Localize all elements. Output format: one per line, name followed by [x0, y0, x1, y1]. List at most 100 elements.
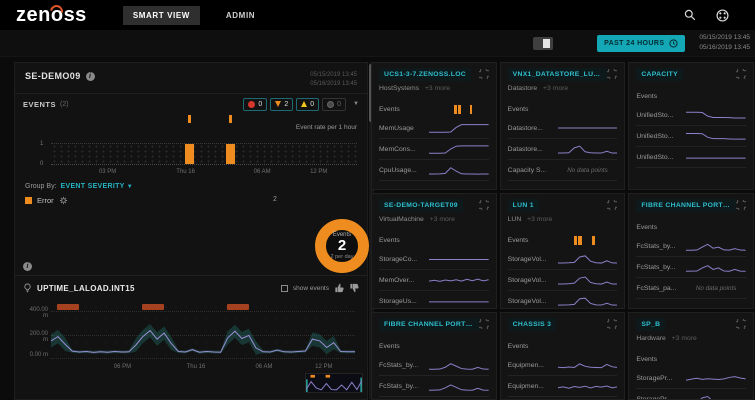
anomaly-badge[interactable]: [227, 304, 249, 310]
metric-row[interactable]: Events: [379, 101, 489, 118]
metric-row[interactable]: MemOver...: [379, 270, 489, 291]
events-info-icon[interactable]: [23, 262, 32, 271]
card-title[interactable]: FIBRE CHANNEL PORT B/1/31: [379, 318, 479, 331]
metric-row[interactable]: Equipmen...: [508, 355, 618, 376]
metric-row[interactable]: MemCons...: [379, 139, 489, 160]
card-title[interactable]: FIBRE CHANNEL PORT A/1/35: [636, 199, 736, 212]
expand-icon[interactable]: [607, 69, 617, 79]
severity-badge-warning[interactable]: 0: [296, 98, 319, 111]
events-donut[interactable]: Events 2 2 per day: [315, 219, 369, 273]
info-icon[interactable]: [86, 72, 95, 81]
metric-row[interactable]: Events: [636, 219, 746, 236]
severity-badge-error[interactable]: 2: [270, 98, 293, 111]
metric-row[interactable]: Capacity S... No data points: [508, 160, 618, 181]
metric-label: UnifiedSto...: [636, 112, 686, 119]
zenoss-logo[interactable]: zenoss: [16, 4, 87, 27]
event-bar[interactable]: [226, 144, 235, 164]
metric-row[interactable]: StorageVol...: [508, 249, 618, 270]
metric-row[interactable]: Events: [379, 232, 489, 249]
time-range-button[interactable]: PAST 24 HOURS: [597, 35, 685, 52]
chart-range-preview[interactable]: [305, 373, 363, 393]
expand-icon[interactable]: [736, 200, 746, 210]
uptime-chart[interactable]: 400.00 m 200.00 m 0.00 m: [51, 301, 355, 359]
metric-row[interactable]: Events: [508, 232, 618, 249]
severity-badge-critical[interactable]: 0: [243, 98, 267, 111]
card-top: LUN 1: [508, 199, 618, 212]
main-content: SE-DEMO09 05/15/2019 13:45 05/16/2019 13…: [0, 57, 755, 400]
events-section: EVENTS (2) 0 2 0: [15, 93, 367, 275]
metric-row[interactable]: Events: [379, 338, 489, 355]
layout-toggle-icon[interactable]: [533, 37, 553, 50]
card-title[interactable]: CAPACITY: [636, 68, 683, 81]
metric-row[interactable]: FcStats_by...: [636, 236, 746, 257]
badges-dropdown-caret[interactable]: ▼: [353, 101, 359, 107]
card-subtitle: Datastore +3 more: [508, 85, 618, 94]
card-subtitle-type: HostSystems: [379, 85, 419, 92]
card-rows: Events StorageVol... StorageVol... Stora…: [508, 232, 618, 309]
group-by-dropdown[interactable]: EVENT SEVERITY ▼: [61, 183, 133, 190]
metric-row[interactable]: StorageUs...: [379, 291, 489, 309]
events-title: EVENTS: [23, 100, 56, 109]
metric-row[interactable]: UnifiedSto...: [636, 147, 746, 168]
metric-row[interactable]: StorageVol...: [508, 270, 618, 291]
metric-row[interactable]: UnifiedSto...: [636, 105, 746, 126]
metric-row[interactable]: FcStats_by...: [379, 355, 489, 376]
metric-sparkline: [429, 273, 489, 287]
card-title[interactable]: CHASSIS 3: [508, 318, 557, 331]
expand-icon[interactable]: [479, 319, 489, 329]
severity-badge-info[interactable]: 0: [322, 98, 346, 111]
metric-row[interactable]: MemUsage: [379, 118, 489, 139]
metric-row[interactable]: Datastore...: [508, 118, 618, 139]
metric-sparkline: [686, 108, 746, 122]
card-title[interactable]: VNX1_DATASTORE_LUN1: [508, 68, 608, 81]
metric-row[interactable]: Datastore...: [508, 139, 618, 160]
anomaly-badge[interactable]: [142, 304, 164, 310]
range-end-date: 05/16/2019 13:45: [699, 43, 750, 53]
gear-icon[interactable]: [59, 196, 68, 205]
card-title[interactable]: UCS1-3-7.ZENOSS.LOC: [379, 68, 471, 81]
metric-row[interactable]: UnifiedSto...: [636, 126, 746, 147]
metric-row[interactable]: StoragePr...: [636, 368, 746, 389]
metric-row[interactable]: StorageCo...: [379, 249, 489, 270]
metric-row[interactable]: CpuUsage...: [379, 160, 489, 181]
card-title[interactable]: LUN 1: [508, 199, 539, 212]
metric-row[interactable]: FcStats_pa... No data points: [636, 278, 746, 299]
warning-count: 0: [310, 101, 314, 108]
event-bar[interactable]: [185, 144, 194, 164]
tab-admin[interactable]: ADMIN: [216, 6, 265, 25]
sparkline-svg: [558, 252, 618, 266]
card-title[interactable]: SE-DEMO-TARGET09: [379, 199, 463, 212]
uptime-line-svg: [51, 301, 355, 359]
metric-row[interactable]: Events: [508, 101, 618, 118]
expand-icon[interactable]: [607, 200, 617, 210]
sparkline-svg: [686, 392, 746, 400]
expand-icon[interactable]: [736, 69, 746, 79]
metric-row[interactable]: Events: [636, 88, 746, 105]
metric-sparkline: [558, 103, 618, 117]
metric-row[interactable]: FcStats_by...: [636, 257, 746, 278]
metric-row[interactable]: Events: [636, 351, 746, 368]
apps-icon[interactable]: [716, 9, 729, 22]
show-events-checkbox[interactable]: [281, 285, 288, 292]
expand-icon[interactable]: [479, 69, 489, 79]
metric-row[interactable]: Events: [508, 338, 618, 355]
tab-smart-view[interactable]: SMART VIEW: [123, 6, 200, 25]
metric-row[interactable]: StorageVol...: [508, 291, 618, 309]
sparkline-svg: [429, 294, 489, 308]
metric-row[interactable]: FcStats_by...: [379, 376, 489, 397]
search-icon[interactable]: [684, 9, 696, 21]
anomaly-badge[interactable]: [57, 304, 79, 310]
y-axis-max: 1: [40, 141, 43, 147]
metric-row[interactable]: Equipmen...: [508, 376, 618, 397]
thumbs-down-icon[interactable]: [349, 283, 359, 293]
metric-sparkline: [429, 163, 489, 177]
metric-label: FcStats_pa...: [636, 285, 686, 292]
show-events-label[interactable]: show events: [293, 285, 329, 292]
expand-icon[interactable]: [479, 200, 489, 210]
events-bar-chart[interactable]: 1 0: [51, 143, 357, 165]
expand-icon[interactable]: [607, 319, 617, 329]
card-title[interactable]: SP_B: [636, 318, 665, 331]
expand-icon[interactable]: [736, 319, 746, 329]
thumbs-up-icon[interactable]: [334, 283, 344, 293]
metric-row[interactable]: StoragePr...: [636, 389, 746, 400]
